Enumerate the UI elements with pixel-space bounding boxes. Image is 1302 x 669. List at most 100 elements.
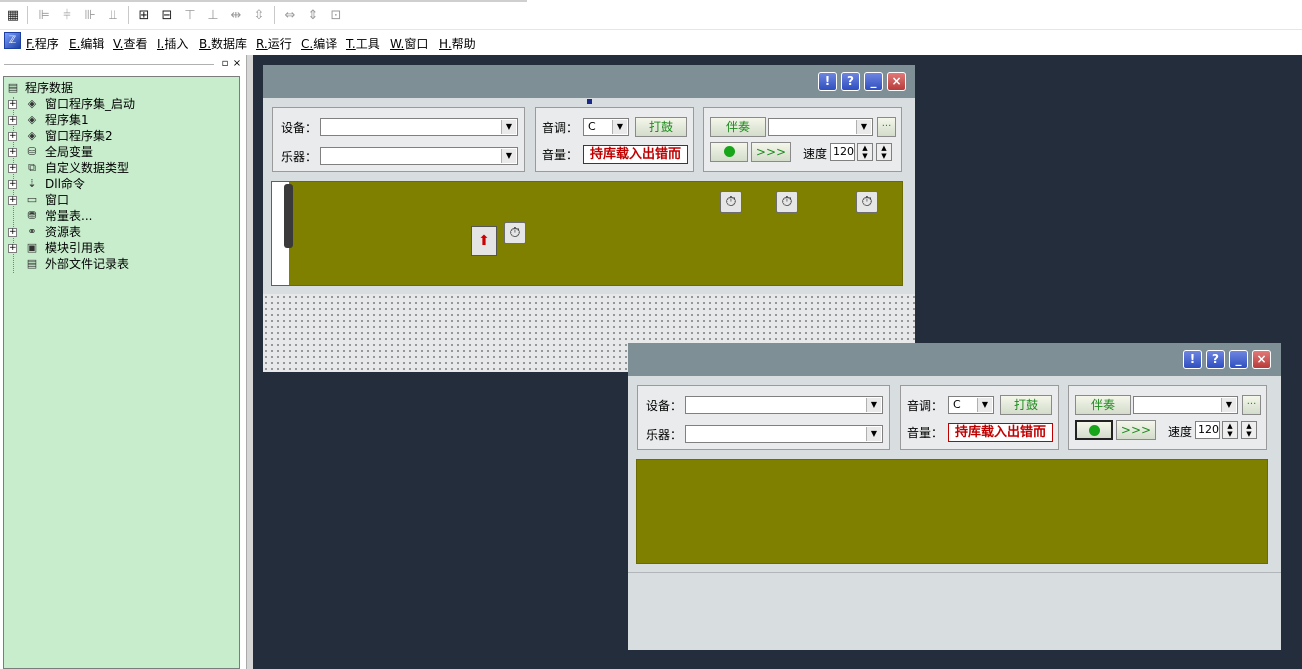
align-bottom-icon[interactable]: ⫫	[104, 6, 122, 24]
speed-stepper[interactable]: ▲ ▼	[1222, 421, 1238, 439]
picture-box-icon[interactable]: ⬆	[471, 226, 497, 256]
chevron-down-icon[interactable]: ▼	[866, 427, 881, 441]
menu-help[interactable]: H.帮助	[439, 35, 476, 52]
accompaniment-button[interactable]: 伴奏	[1075, 395, 1131, 415]
menu-view[interactable]: V.查看	[113, 35, 148, 52]
accompaniment-button[interactable]: 伴奏	[710, 117, 766, 137]
menu-tools-label: 工具	[355, 37, 380, 51]
menu-insert-label: 插入	[164, 37, 189, 51]
device-label: 设备：	[281, 121, 318, 135]
grid-icon[interactable]: ⊡	[327, 6, 345, 24]
align-center-h-icon[interactable]: ⫩	[58, 6, 76, 24]
align-right-icon[interactable]: ⊪	[81, 6, 99, 24]
record-button[interactable]	[1075, 420, 1113, 440]
slider-handle[interactable]	[284, 184, 293, 248]
piano-display-area[interactable]: ⏱ ⏱ ⏱ ⏱ ⬆	[271, 181, 903, 286]
play-button[interactable]: >>>	[751, 142, 791, 162]
volume-error-text: 持库载入出错而	[583, 145, 688, 164]
close-icon[interactable]: ×	[231, 57, 243, 70]
chevron-down-icon[interactable]: ▼	[977, 398, 992, 412]
speed-input[interactable]: 120	[1195, 421, 1220, 439]
expand-icon[interactable]: +	[8, 228, 17, 237]
expand-icon[interactable]: +	[8, 100, 17, 109]
tree-item-label: 外部文件记录表	[45, 257, 130, 271]
form-icon[interactable]: ▦	[4, 6, 22, 24]
expand-icon[interactable]: +	[8, 132, 17, 141]
expand-icon[interactable]: +	[8, 116, 17, 125]
menu-edit[interactable]: E.编辑	[69, 35, 104, 52]
speed-stepper-2[interactable]: ▲ ▼	[876, 143, 892, 161]
info-button[interactable]: !	[818, 72, 837, 91]
timer-icon[interactable]: ⏱	[776, 191, 798, 213]
help-button[interactable]: ?	[841, 72, 860, 91]
timer-icon[interactable]: ⏱	[720, 191, 742, 213]
align-left-icon[interactable]: ⊫	[35, 6, 53, 24]
accompaniment-select[interactable]: ▼	[1133, 396, 1238, 414]
module-icon: ▣	[26, 241, 38, 254]
close-button[interactable]: ×	[1252, 350, 1271, 369]
space-v-icon[interactable]: ⇳	[250, 6, 268, 24]
menu-tools-key: T.	[346, 37, 356, 51]
timer-icon[interactable]: ⏱	[504, 222, 526, 244]
record-dot-icon	[723, 146, 735, 157]
device-select[interactable]: ▼	[685, 396, 883, 414]
drum-button[interactable]: 打鼓	[1000, 395, 1052, 415]
expand-icon[interactable]: +	[8, 180, 17, 189]
accompaniment-select[interactable]: ▼	[768, 118, 873, 136]
expand-icon[interactable]: +	[8, 148, 17, 157]
device-select[interactable]: ▼	[320, 118, 518, 136]
minimize-button[interactable]: _	[864, 72, 883, 91]
play-button[interactable]: >>>	[1116, 420, 1156, 440]
chevron-down-icon[interactable]: ▼	[1221, 398, 1236, 412]
chevron-down-icon[interactable]: ▼	[866, 398, 881, 412]
instrument-label: 乐器：	[281, 150, 318, 164]
tree-item-label: 窗口程序集2	[45, 129, 113, 143]
menu-database[interactable]: B.数据库	[199, 35, 247, 52]
menu-run[interactable]: R.运行	[256, 35, 292, 52]
form-bottom-area	[628, 572, 1281, 650]
database-icon: ⛁	[27, 145, 37, 158]
expand-icon[interactable]: +	[8, 164, 17, 173]
record-button[interactable]	[710, 142, 748, 162]
menu-tools[interactable]: T.工具	[346, 35, 380, 52]
tone-select[interactable]: C ▼	[948, 396, 994, 414]
drum-button[interactable]: 打鼓	[635, 117, 687, 137]
more-button[interactable]: ···	[877, 117, 896, 137]
volume-error-text: 持库载入出错而	[948, 423, 1053, 442]
align-top-icon[interactable]: ⊤	[181, 6, 199, 24]
tone-select[interactable]: C ▼	[583, 118, 629, 136]
info-button[interactable]: !	[1183, 350, 1202, 369]
size-h-icon[interactable]: ⇔	[281, 6, 299, 24]
menu-compile[interactable]: C.编译	[301, 35, 337, 52]
chevron-down-icon[interactable]: ▼	[501, 149, 516, 163]
panel-splitter[interactable]	[246, 55, 253, 669]
same-height-icon[interactable]: ⊟	[158, 6, 176, 24]
instrument-select[interactable]: ▼	[320, 147, 518, 165]
expand-icon[interactable]: +	[8, 244, 17, 253]
size-v-icon[interactable]: ⇕	[304, 6, 322, 24]
speed-stepper[interactable]: ▲ ▼	[857, 143, 873, 161]
instrument-select[interactable]: ▼	[685, 425, 883, 443]
piano-display-area[interactable]	[636, 459, 1268, 564]
space-h-icon[interactable]: ⇹	[227, 6, 245, 24]
expand-icon[interactable]: +	[8, 196, 17, 205]
help-button[interactable]: ?	[1206, 350, 1225, 369]
center-icon[interactable]: ⊥	[204, 6, 222, 24]
close-button[interactable]: ×	[887, 72, 906, 91]
menu-run-key: R.	[256, 37, 268, 51]
chevron-down-icon[interactable]: ▼	[612, 120, 627, 134]
menu-window[interactable]: W.窗口	[390, 35, 428, 52]
minimize-button[interactable]: _	[1229, 350, 1248, 369]
more-button[interactable]: ···	[1242, 395, 1261, 415]
same-width-icon[interactable]: ⊞	[135, 6, 153, 24]
menu-insert[interactable]: I.插入	[157, 35, 188, 52]
selection-handle[interactable]	[587, 99, 592, 104]
chevron-down-icon[interactable]: ▼	[856, 120, 871, 134]
pin-icon[interactable]: ▫	[219, 57, 231, 70]
timer-icon[interactable]: ⏱	[856, 191, 878, 213]
menu-program[interactable]: F.程序	[26, 35, 59, 52]
speed-input[interactable]: 120	[830, 143, 855, 161]
program-data-panel: ▫ × ▤ 程序数据 + ◈ 窗口程序集_启动 + ◈ 程序集1 + ◈ 窗口程…	[0, 55, 246, 669]
speed-stepper-2[interactable]: ▲ ▼	[1241, 421, 1257, 439]
chevron-down-icon[interactable]: ▼	[501, 120, 516, 134]
